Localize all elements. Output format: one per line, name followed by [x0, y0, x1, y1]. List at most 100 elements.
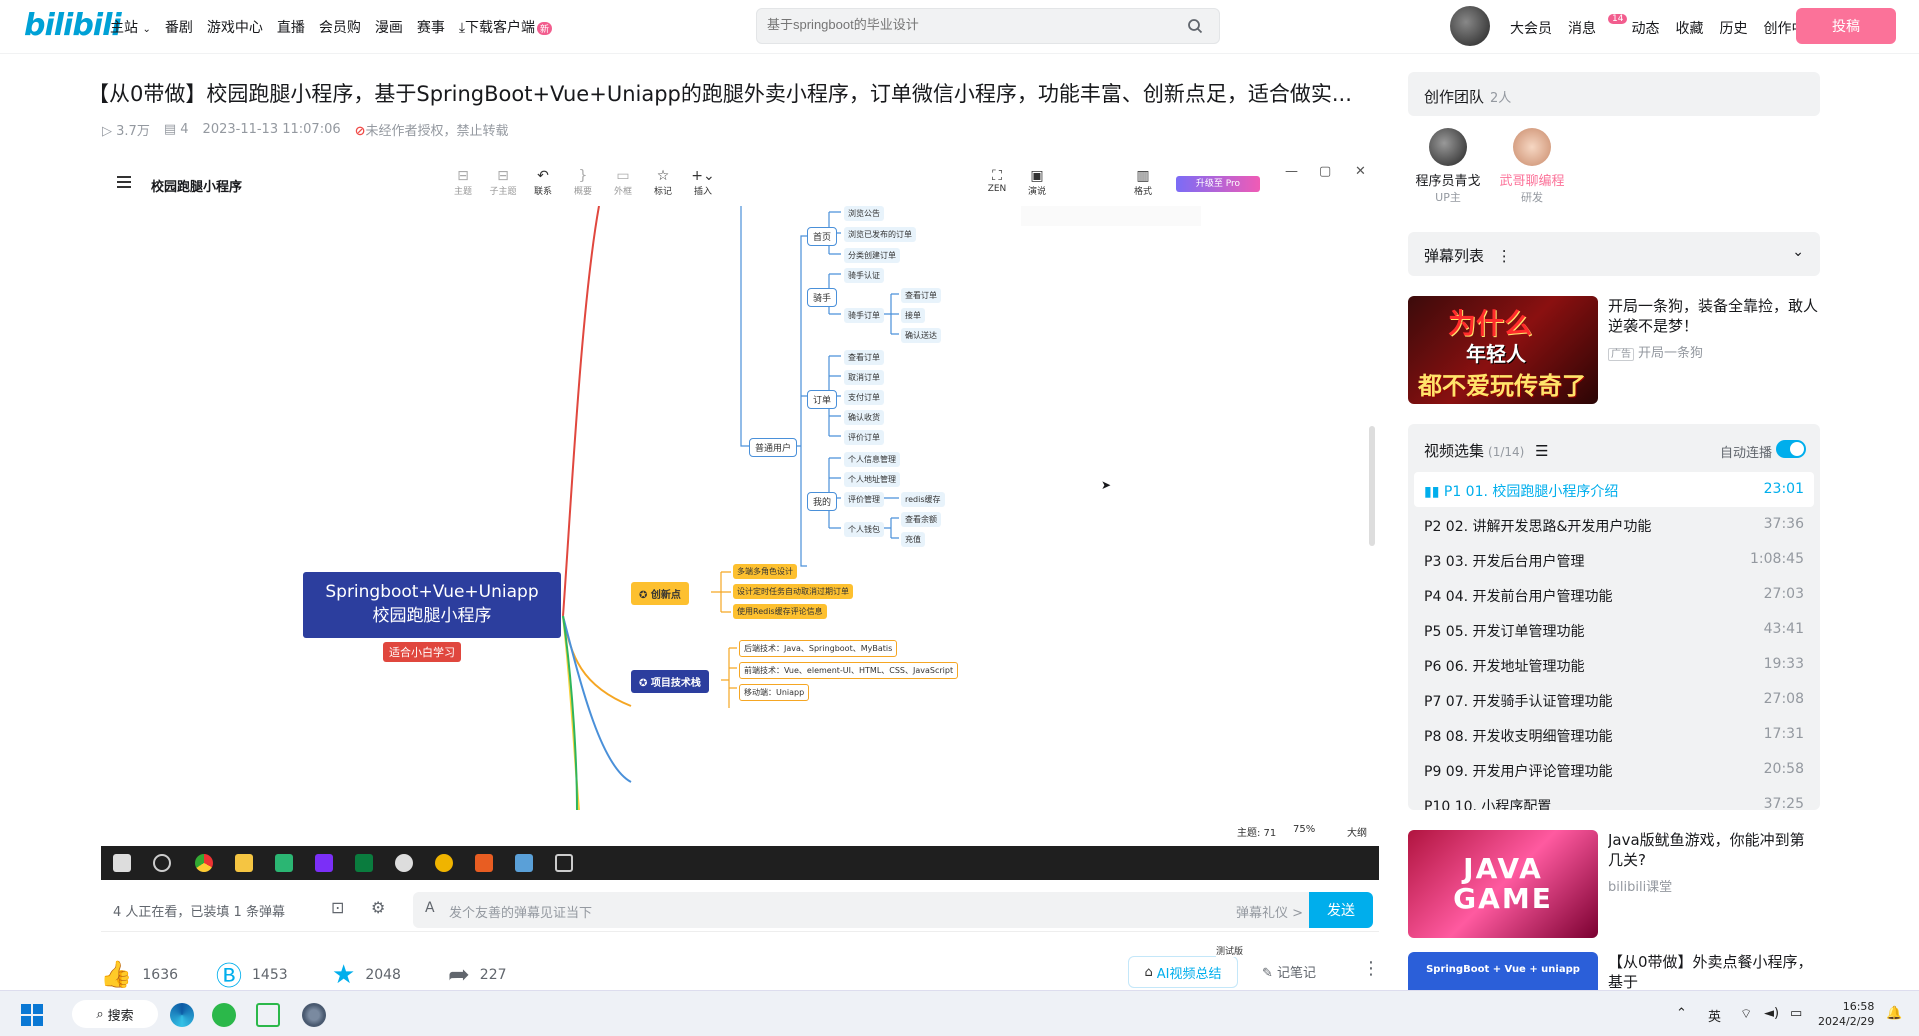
ad-title[interactable]: 开局一条狗，装备全靠捡，敢人逆袭不是梦！ [1608, 296, 1818, 336]
team-member[interactable]: 程序员青戈 UP主 [1408, 128, 1488, 205]
search-button[interactable] [1173, 11, 1217, 41]
recommended-title[interactable]: Java版鱿鱼游戏，你能冲到第几关? [1608, 830, 1818, 870]
episode-item[interactable]: P6 06. 开发地址管理功能 19:33 [1414, 647, 1814, 682]
ad-card[interactable]: 为什么 年轻人 都不爱玩传奇了 开局一条狗，装备全靠捡，敢人逆袭不是梦！ 广告开… [1408, 296, 1820, 404]
mindmap-footer: 主题: 71 75% 大纲 [101, 810, 1379, 839]
nav-bangumi[interactable]: 番剧 [165, 17, 193, 37]
search-icon [1188, 19, 1203, 34]
mm-node: 前端技术：Vue、element-UI、HTML、CSS、JavaScript [739, 662, 959, 679]
nav-manga[interactable]: 漫画 [375, 17, 403, 37]
chevron-down-icon[interactable]: ⌄ [1792, 244, 1804, 260]
notification-bell-icon[interactable]: 🔔 [1886, 1006, 1902, 1021]
episode-item[interactable]: P2 02. 讲解开发思路&开发用户功能 37:36 [1414, 507, 1814, 542]
episode-duration: 37:36 [1763, 516, 1804, 532]
chevron-down-icon: ⌄ [142, 24, 151, 35]
coin-button[interactable]: Ⓑ 1453 [216, 956, 332, 993]
search-input[interactable] [767, 17, 1157, 32]
nav-history[interactable]: 历史 [1719, 18, 1747, 38]
nav-mall[interactable]: 会员购 [319, 17, 361, 37]
pitch-icon: ▣ [1030, 168, 1044, 184]
send-button[interactable]: 发送 [1309, 892, 1373, 928]
bilibili-logo[interactable]: bilibili [24, 8, 122, 43]
wechat-icon[interactable] [212, 1003, 236, 1027]
ai-summary-button[interactable]: ⌂ AI视频总结 [1128, 956, 1238, 988]
format-icon: ▥ [1136, 168, 1150, 184]
danmaku-toggle-icon[interactable]: ⊡ [331, 898, 344, 917]
edge-icon[interactable] [170, 1003, 194, 1027]
tool-format: ▥ 格式 [1123, 168, 1163, 197]
upgrade-pro-badge: 升级至 Pro [1176, 176, 1260, 192]
tool-summary: } 概要 [563, 168, 603, 197]
nav-vip[interactable]: 大会员 [1510, 18, 1552, 38]
episode-label: P10 10. 小程序配置 [1424, 799, 1552, 810]
mm-node: 使用Redis缓存评论信息 [733, 604, 827, 619]
ad-thumb-text: 都不爱玩传奇了 [1418, 372, 1586, 400]
episode-item[interactable]: P9 09. 开发用户评论管理功能 20:58 [1414, 752, 1814, 787]
ime-indicator[interactable]: 英 [1708, 1006, 1721, 1025]
share-arrow-icon: ➦ [448, 959, 470, 990]
danmaku-list-title: 弹幕列表 ⋮ [1424, 245, 1512, 266]
episode-item[interactable]: P10 10. 小程序配置 37:25 [1414, 787, 1814, 810]
battery-icon[interactable]: ▭ [1790, 1006, 1802, 1021]
nav-dynamics[interactable]: 动态 [1631, 18, 1659, 38]
nav-download[interactable]: ⤓下载客户端新 [459, 17, 553, 37]
mm-node: 充值 [901, 532, 925, 547]
mm-root-tag: 适合小白学习 [383, 642, 461, 662]
clock[interactable]: 16:58 2024/2/29 [1818, 999, 1874, 1029]
settings-icon[interactable] [302, 1003, 326, 1027]
font-style-icon[interactable]: A [425, 900, 435, 916]
team-member[interactable]: 武哥聊编程 研发 [1492, 128, 1572, 205]
danmaku-input-box[interactable]: A 发个友善的弹幕见证当下 弹幕礼仪 > 发送 [413, 892, 1373, 928]
more-options-icon[interactable]: ⋮ [1497, 247, 1512, 265]
danmaku-list-panel[interactable]: 弹幕列表 ⋮ ⌄ [1408, 232, 1820, 276]
tool-zen: ⛶ ZEN [977, 168, 1017, 194]
danmaku-etiquette-link[interactable]: 弹幕礼仪 > [1236, 902, 1303, 921]
maximize-icon: ▢ [1319, 164, 1332, 179]
episode-list-panel: 视频选集 (1/14) ☰ 自动连播 ▮▮ P1 01. 校园跑腿小程序介绍 23:… [1408, 424, 1820, 810]
more-options-icon[interactable]: ⋮ [1362, 958, 1380, 979]
episode-item[interactable]: P3 03. 开发后台用户管理 1:08:45 [1414, 542, 1814, 577]
note-button[interactable]: ✎ 记笔记 [1262, 962, 1316, 981]
tool-subtopic: ⊟ 子主题 [483, 168, 523, 197]
mindmap-app-header: 校园跑腿小程序 ⊟ 主题 ⊟ 子主题 ↶ 联系 } 概要 ▭ 外框 ☆ 标记 +⌄ 插入 ⛶ Z… [101, 158, 1379, 206]
nav-messages[interactable]: 消息 14 [1568, 14, 1628, 38]
recommended-video[interactable]: JAVA GAME Java版鱿鱼游戏，你能冲到第几关? bilibili课堂 [1408, 830, 1820, 938]
mouse-cursor-icon: ➤ [1101, 478, 1112, 492]
screen-icon[interactable] [256, 1003, 280, 1027]
nav-esports[interactable]: 赛事 [417, 17, 445, 37]
search-box [756, 8, 1220, 44]
episode-item[interactable]: P8 08. 开发收支明细管理功能 17:31 [1414, 717, 1814, 752]
episode-item[interactable]: P7 07. 开发骑手认证管理功能 27:08 [1414, 682, 1814, 717]
share-button[interactable]: ➦ 227 [448, 960, 564, 990]
nav-home[interactable]: 主站 ⌄ [110, 17, 151, 37]
list-icon[interactable]: ☰ [1535, 442, 1548, 460]
share-count: 227 [479, 966, 507, 983]
mm-innovation-label: 创新点 [650, 590, 681, 601]
wechat-icon [395, 854, 413, 872]
nav-game-center[interactable]: 游戏中心 [207, 17, 263, 37]
chevron-up-icon[interactable]: ⌃ [1676, 1006, 1687, 1021]
episode-label: P1 01. 校园跑腿小程序介绍 [1443, 484, 1619, 500]
video-player[interactable]: 校园跑腿小程序 ⊟ 主题 ⊟ 子主题 ↶ 联系 } 概要 ▭ 外框 ☆ 标记 +⌄ 插入 ⛶ Z… [101, 158, 1379, 882]
autoplay-toggle[interactable] [1776, 440, 1806, 458]
favorite-button[interactable]: ★ 2048 [332, 960, 448, 990]
volume-icon[interactable]: ◄) [1764, 1006, 1779, 1021]
recommended-video[interactable]: SpringBoot + Vue + uniapp 【从0带做】外卖点餐小程序，… [1408, 952, 1820, 990]
nav-favorites[interactable]: 收藏 [1675, 18, 1703, 38]
upload-button[interactable]: 投稿 [1796, 8, 1896, 44]
os-search-button[interactable]: ⌕ 搜索 [72, 1000, 158, 1028]
windows-start-icon[interactable] [20, 1003, 44, 1027]
danmaku-settings-icon[interactable]: ⚙ [371, 898, 385, 917]
episode-item[interactable]: ▮▮ P1 01. 校园跑腿小程序介绍 23:01 [1414, 472, 1814, 507]
danmaku-input[interactable]: 发个友善的弹幕见证当下 [449, 902, 592, 921]
no-repost-icon: ⊘ [354, 124, 366, 139]
recommended-title[interactable]: 【从0带做】外卖点餐小程序，基于SpringBoot+Vue+Unia... [1608, 952, 1818, 990]
episode-item[interactable]: P4 04. 开发前台用户管理功能 27:03 [1414, 577, 1814, 612]
user-avatar[interactable] [1450, 6, 1490, 46]
like-button[interactable]: 👍 1636 [100, 960, 216, 990]
wifi-icon[interactable]: ⌔ [1740, 1006, 1752, 1022]
nav-live[interactable]: 直播 [277, 17, 305, 37]
views-count: 3.7万 [116, 124, 150, 139]
episode-item[interactable]: P5 05. 开发订单管理功能 43:41 [1414, 612, 1814, 647]
nav-home-label: 主站 [110, 20, 138, 36]
